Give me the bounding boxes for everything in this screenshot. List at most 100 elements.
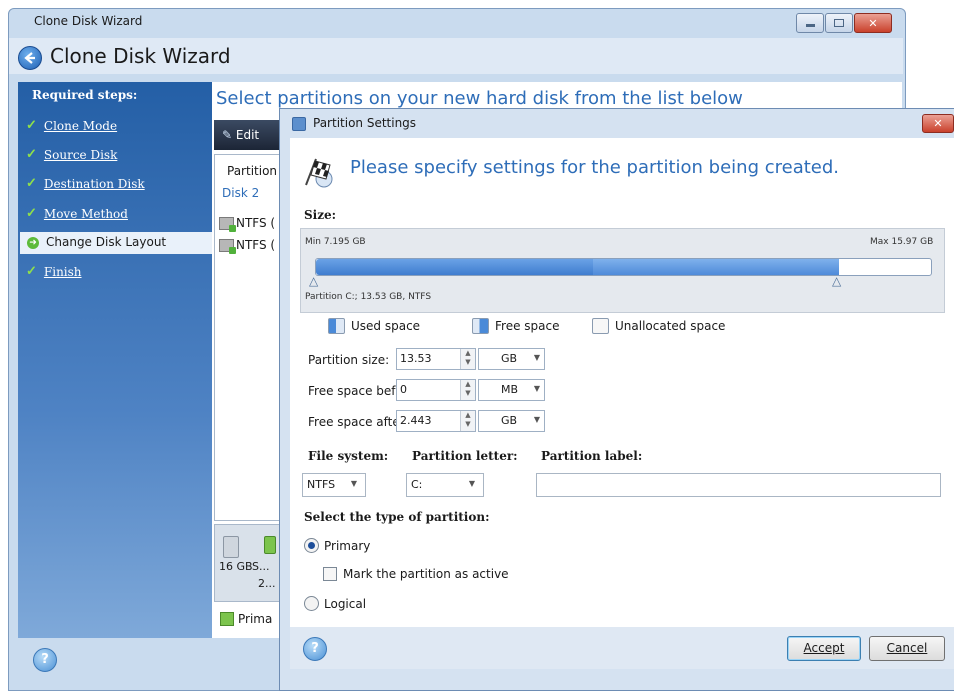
unit-value: MB — [501, 383, 519, 396]
checkmark-icon: ✓ — [26, 176, 37, 191]
logical-radio-label: Logical — [324, 596, 367, 611]
checkered-flag-icon — [302, 155, 336, 189]
partition-column-header[interactable]: Partition — [227, 164, 277, 178]
chevron-down-icon: ▼ — [533, 384, 540, 393]
file-system-select[interactable]: NTFS ▼ — [302, 473, 366, 497]
partition-label-input[interactable] — [536, 473, 941, 497]
checkmark-icon: ✓ — [26, 147, 37, 162]
maximize-button[interactable] — [825, 13, 853, 33]
partition-size-unit-select[interactable]: GB ▼ — [478, 348, 545, 370]
step-source-disk[interactable]: ✓ Source Disk — [26, 147, 117, 162]
size-label: Size: — [304, 208, 337, 222]
list-item[interactable]: NTFS ( — [219, 216, 275, 232]
partition-letter-label: Partition letter: — [412, 449, 518, 463]
mark-active-checkbox[interactable]: Mark the partition as active — [323, 567, 509, 581]
partition-size-stepper[interactable]: 13.53 ▲ ▼ — [396, 348, 476, 370]
edit-button[interactable]: ✎ Edit — [222, 128, 259, 142]
help-icon[interactable]: ? — [33, 648, 57, 672]
disk-detail: 2... — [258, 577, 276, 590]
spin-arrows-icon[interactable]: ▲ ▼ — [460, 411, 475, 431]
dialog-heading: Please specify settings for the partitio… — [350, 157, 839, 178]
maximize-icon — [834, 19, 844, 27]
partition-label: NTFS ( — [236, 238, 276, 252]
unit-value: GB — [501, 414, 518, 427]
free-before-unit-select[interactable]: MB ▼ — [478, 379, 545, 401]
step-clone-mode[interactable]: ✓ Clone Mode — [26, 118, 117, 133]
free-after-stepper[interactable]: 2.443 ▲ ▼ — [396, 410, 476, 432]
partition-info-label: Partition C:; 13.53 GB, NTFS — [305, 292, 432, 302]
right-slider-handle[interactable]: △ — [832, 274, 841, 288]
close-icon: ✕ — [868, 16, 878, 30]
free-space-segment — [593, 259, 839, 275]
pencil-icon: ✎ — [222, 128, 233, 142]
free-after-value: 2.443 — [400, 414, 432, 427]
accept-button[interactable]: Accept — [787, 636, 861, 661]
close-button[interactable]: ✕ — [854, 13, 892, 33]
disk-label: Disk 2 — [222, 186, 260, 200]
legend-used-label: Used space — [351, 319, 421, 333]
left-slider-handle[interactable]: △ — [309, 274, 318, 288]
window-title: Clone Disk Wizard — [34, 14, 143, 28]
free-space-swatch — [472, 318, 489, 334]
used-space-segment — [316, 259, 593, 275]
current-step-arrow-icon: ➜ — [27, 237, 39, 249]
checkmark-icon: ✓ — [26, 264, 37, 279]
partition-letter-select[interactable]: C: ▼ — [406, 473, 484, 497]
unallocated-swatch — [592, 318, 609, 334]
cancel-button[interactable]: Cancel — [869, 636, 945, 661]
partition-icon — [219, 216, 236, 232]
partition-size-value: 13.53 — [400, 352, 432, 365]
mark-active-label: Mark the partition as active — [343, 567, 509, 581]
wizard-heading: Clone Disk Wizard — [50, 44, 231, 68]
step-label: Clone Mode — [43, 118, 118, 133]
legend-free-label: Free space — [495, 319, 560, 333]
free-before-stepper[interactable]: 0 ▲ ▼ — [396, 379, 476, 401]
close-icon: ✕ — [933, 117, 943, 130]
chevron-down-icon: ▼ — [533, 353, 540, 362]
minimize-button[interactable] — [796, 13, 824, 33]
free-before-value: 0 — [400, 383, 407, 396]
file-system-label: File system: — [308, 449, 389, 463]
disk-size: 16 GB — [219, 560, 253, 573]
dialog-close-button[interactable]: ✕ — [922, 114, 954, 133]
free-after-unit-select[interactable]: GB ▼ — [478, 410, 545, 432]
disk-icon — [223, 536, 239, 558]
legend-primary: Prima — [220, 612, 272, 626]
minimize-icon — [805, 24, 815, 27]
step-label: Change Disk Layout — [46, 235, 167, 249]
step-label: Finish — [43, 264, 82, 279]
partition-list — [214, 154, 282, 521]
help-icon[interactable]: ? — [303, 637, 327, 661]
chevron-down-icon: ▼ — [533, 415, 540, 424]
step-finish[interactable]: ✓ Finish — [26, 264, 82, 279]
dialog-title: Partition Settings — [313, 116, 417, 130]
checkmark-icon: ✓ — [26, 118, 37, 133]
radio-selected-icon — [304, 538, 319, 553]
primary-swatch — [220, 612, 234, 626]
legend-free: Free space — [472, 318, 559, 334]
disk-icon — [292, 117, 306, 131]
step-label: Destination Disk — [43, 176, 145, 191]
primary-radio-label: Primary — [324, 538, 371, 553]
partition-letter-value: C: — [411, 478, 423, 491]
spin-arrows-icon[interactable]: ▲ ▼ — [460, 380, 475, 400]
step-destination-disk[interactable]: ✓ Destination Disk — [26, 176, 145, 191]
file-system-value: NTFS — [307, 478, 336, 491]
partition-type-label: Select the type of partition: — [304, 510, 490, 524]
logical-radio[interactable]: Logical — [304, 596, 366, 611]
radio-unselected-icon — [304, 596, 319, 611]
partition-size-label: Partition size: — [308, 353, 390, 367]
dialog-body — [290, 138, 954, 627]
list-item[interactable]: NTFS ( — [219, 238, 276, 254]
step-move-method[interactable]: ✓ Move Method — [26, 206, 128, 221]
free-after-label: Free space after: — [308, 415, 409, 429]
min-size-label: Min 7.195 GB — [305, 237, 366, 247]
step-label: Source Disk — [43, 147, 118, 162]
steps-sidebar — [18, 82, 212, 638]
chevron-down-icon: ▼ — [350, 479, 357, 488]
spin-arrows-icon[interactable]: ▲ ▼ — [460, 349, 475, 369]
primary-radio[interactable]: Primary — [304, 538, 370, 553]
back-arrow-icon[interactable] — [18, 46, 42, 70]
content-title: Select partitions on your new hard disk … — [216, 88, 743, 109]
step-label: Move Method — [43, 206, 128, 221]
